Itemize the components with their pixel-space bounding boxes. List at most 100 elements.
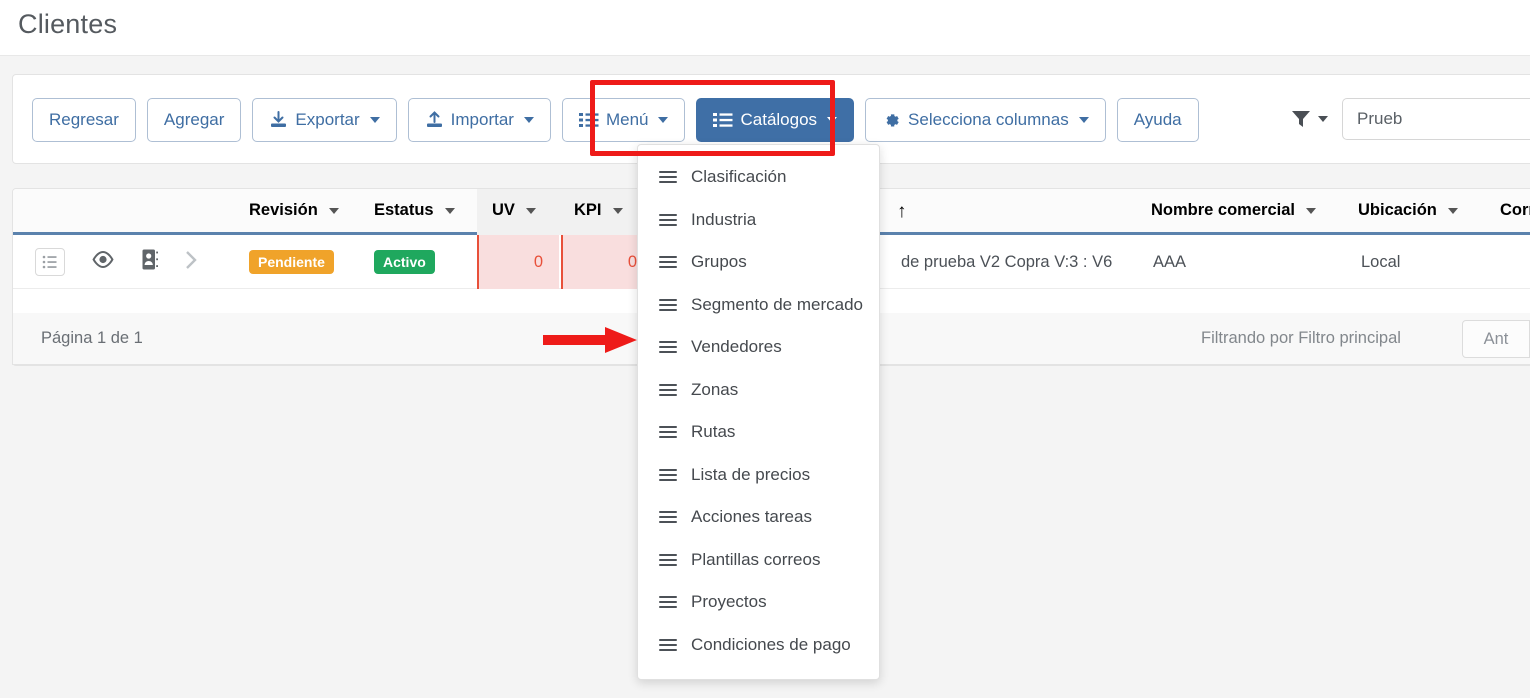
column-header-kpi[interactable]: KPI [574, 201, 623, 220]
button-label: Catálogos [740, 110, 818, 129]
toolbar-button-regresar[interactable]: Regresar [32, 98, 136, 142]
eye-glyph [92, 250, 114, 269]
column-header-revision[interactable]: Revisión [249, 201, 339, 220]
search-input[interactable] [1342, 98, 1530, 140]
chevron-down-icon [1305, 207, 1316, 214]
menu-item-vendedores[interactable]: Vendedores [638, 326, 879, 369]
toolbar-button-men-[interactable]: Menú [561, 98, 686, 142]
cell-estatus: Activo [374, 235, 435, 289]
chevron-down-icon [369, 117, 380, 123]
cell-revision: Pendiente [249, 235, 334, 289]
column-header-estatus[interactable]: Estatus [374, 201, 455, 220]
cell-ubicacion: Local [1361, 252, 1401, 271]
button-label: Selecciona columnas [908, 110, 1069, 129]
page-indicator: Página 1 de 1 [41, 329, 143, 347]
row-actions [35, 235, 198, 289]
menu-item-label: Lista de precios [691, 464, 811, 484]
toolbar-button-selecciona-columnas[interactable]: Selecciona columnas [865, 98, 1106, 142]
chevron-down-icon [1447, 207, 1458, 214]
list-icon [713, 112, 733, 128]
chevron-right-glyph [186, 250, 197, 269]
menu-item-label: Condiciones de pago [691, 634, 851, 654]
toolbar-button-cat-logos[interactable]: Catálogos [696, 98, 855, 142]
filter-status-label: Filtrando por Filtro principal [1201, 329, 1401, 347]
menu-item-label: Zonas [691, 379, 739, 399]
chevron-right-icon[interactable] [185, 250, 198, 275]
menu-item-label: Vendedores [691, 337, 782, 357]
toolbar: Regresar Agregar Exportar Importar Menú Catál… [32, 98, 1199, 142]
gear-icon [882, 111, 901, 130]
menu-item-segmento-de-mercado[interactable]: Segmento de mercado [638, 284, 879, 327]
column-header-sorted[interactable]: ↑ [897, 201, 907, 223]
chevron-down-icon [444, 207, 455, 214]
menu-item-plantillas-correos[interactable]: Plantillas correos [638, 539, 879, 582]
menu-item-lista-de-precios[interactable]: Lista de precios [638, 454, 879, 497]
button-label: Menú [605, 110, 649, 129]
button-label: Regresar [49, 110, 119, 129]
column-header-ubicacion[interactable]: Ubicación [1358, 201, 1458, 220]
menu-item-label: Rutas [691, 422, 736, 442]
toolbar-button-exportar[interactable]: Exportar [252, 98, 397, 142]
funnel-icon[interactable] [1291, 109, 1328, 129]
menu-item-label: Clasificación [691, 167, 787, 187]
toolbar-button-agregar[interactable]: Agregar [146, 98, 242, 142]
toolbar-button-importar[interactable]: Importar [407, 98, 551, 142]
button-label: Exportar [295, 110, 360, 129]
list-icon [659, 171, 677, 184]
menu-item-proyectos[interactable]: Proyectos [638, 581, 879, 624]
button-label: Ayuda [1133, 110, 1182, 129]
toolbar-button-ayuda[interactable]: Ayuda [1116, 98, 1199, 142]
column-label: KPI [574, 201, 602, 219]
list-icon [659, 256, 677, 269]
list-icon [659, 426, 677, 439]
app-page: Clientes Regresar Agregar Exportar Importar… [0, 0, 1530, 698]
column-label: Ubicación [1358, 201, 1437, 219]
menu-item-label: Industria [691, 209, 757, 229]
list-icon[interactable] [35, 248, 65, 276]
status-badge-estatus: Activo [374, 250, 435, 274]
contact-card-icon[interactable] [142, 249, 159, 275]
list-icon [659, 341, 677, 354]
list-icon [659, 638, 677, 651]
cell-uv: 0 [477, 235, 559, 289]
chevron-down-icon [658, 117, 669, 123]
menu-item-rutas[interactable]: Rutas [638, 411, 879, 454]
chevron-down-icon [612, 207, 623, 214]
column-header-nombre-comercial[interactable]: Nombre comercial [1151, 201, 1316, 220]
menu-item-label: Grupos [691, 252, 747, 272]
column-label: Estatus [374, 201, 434, 219]
column-header-uv[interactable]: UV [492, 201, 536, 220]
chevron-down-icon [523, 117, 534, 123]
button-label: Agregar [163, 110, 225, 129]
list-glyph [42, 255, 57, 269]
prev-page-button[interactable]: Ant [1462, 320, 1530, 358]
cell-nombre-comercial: AAA [1153, 252, 1187, 271]
list-icon [659, 596, 677, 609]
status-badge-revision: Pendiente [249, 250, 334, 274]
menu-item-label: Segmento de mercado [691, 294, 863, 314]
menu-item-acciones-tareas[interactable]: Acciones tareas [638, 496, 879, 539]
eye-icon[interactable] [92, 250, 114, 273]
list-icon [659, 213, 677, 226]
menu-item-label: Proyectos [691, 592, 767, 612]
column-label: UV [492, 201, 515, 219]
menu-item-zonas[interactable]: Zonas [638, 369, 879, 412]
sort-ascending-icon: ↑ [897, 201, 907, 222]
menu-item-condiciones-de-pago[interactable]: Condiciones de pago [638, 624, 879, 667]
column-label: Corre [1500, 201, 1530, 219]
column-header-correo[interactable]: Corre [1500, 201, 1530, 220]
list-icon [659, 553, 677, 566]
menu-item-grupos[interactable]: Grupos [638, 241, 879, 284]
cell-nombre: de prueba V2 Copra V:3 : V6 [901, 252, 1113, 271]
list-icon [659, 468, 677, 481]
menu-item-industria[interactable]: Industria [638, 199, 879, 242]
menu-item-clasificaci-n[interactable]: Clasificación [638, 156, 879, 199]
chevron-down-icon [525, 207, 536, 214]
pagination: Ant [1462, 320, 1530, 358]
column-label: Revisión [249, 201, 318, 219]
chevron-down-icon [827, 117, 838, 123]
upload-icon [425, 111, 444, 129]
chevron-down-icon [1318, 116, 1328, 122]
filter-area [1291, 98, 1530, 140]
funnel-glyph [1292, 111, 1310, 127]
